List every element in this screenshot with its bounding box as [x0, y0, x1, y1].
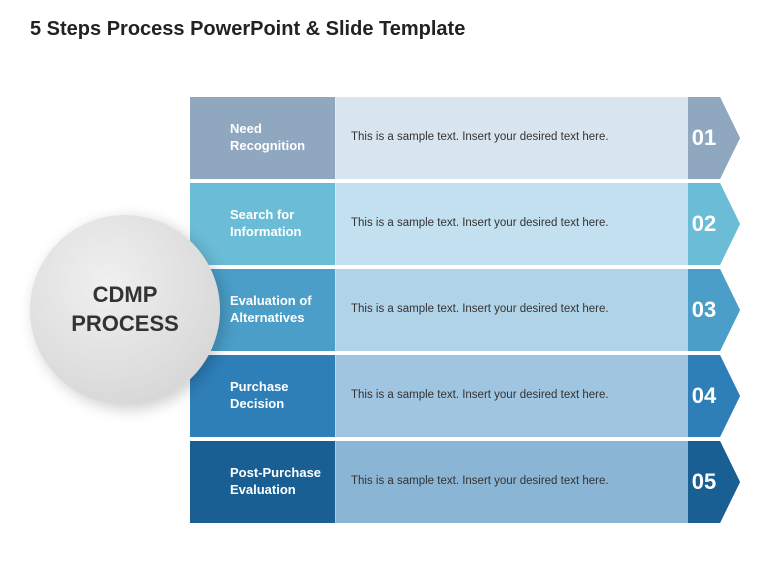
step-desc-section-5: This is a sample text. Insert your desir…: [335, 441, 688, 523]
step-arrow-3: Evaluation of Alternatives This is a sam…: [190, 269, 740, 351]
step-label-3: Evaluation of Alternatives: [230, 293, 323, 327]
circle-container: CDMP PROCESS: [30, 215, 220, 405]
step-arrow-4: Purchase Decision This is a sample text.…: [190, 355, 740, 437]
step-number-section-1: 01: [688, 97, 740, 179]
circle-line2: PROCESS: [71, 311, 179, 336]
page-title: 5 Steps Process PowerPoint & Slide Templ…: [30, 18, 465, 41]
main-container: CDMP PROCESS Need Recognition This is a …: [30, 70, 740, 550]
step-row-1: Need Recognition This is a sample text. …: [190, 97, 740, 179]
step-desc-5: This is a sample text. Insert your desir…: [351, 473, 609, 490]
step-desc-2: This is a sample text. Insert your desir…: [351, 215, 609, 232]
step-arrow-2: Search for Information This is a sample …: [190, 183, 740, 265]
step-label-2: Search for Information: [230, 207, 323, 241]
step-label-1: Need Recognition: [230, 121, 323, 155]
step-number-section-3: 03: [688, 269, 740, 351]
circle-text: CDMP PROCESS: [71, 281, 179, 338]
step-label-section-5: Post-Purchase Evaluation: [190, 441, 335, 523]
steps-container: Need Recognition This is a sample text. …: [190, 97, 740, 523]
step-desc-section-3: This is a sample text. Insert your desir…: [335, 269, 688, 351]
step-row-2: Search for Information This is a sample …: [190, 183, 740, 265]
step-label-section-1: Need Recognition: [190, 97, 335, 179]
step-arrow-1: Need Recognition This is a sample text. …: [190, 97, 740, 179]
step-arrow-5: Post-Purchase Evaluation This is a sampl…: [190, 441, 740, 523]
circle: CDMP PROCESS: [30, 215, 220, 405]
step-number-3: 03: [692, 299, 716, 321]
step-desc-section-1: This is a sample text. Insert your desir…: [335, 97, 688, 179]
step-desc-1: This is a sample text. Insert your desir…: [351, 129, 609, 146]
step-row-3: Evaluation of Alternatives This is a sam…: [190, 269, 740, 351]
circle-line1: CDMP: [93, 282, 158, 307]
step-label-4: Purchase Decision: [230, 379, 323, 413]
step-row-5: Post-Purchase Evaluation This is a sampl…: [190, 441, 740, 523]
step-number-4: 04: [692, 385, 716, 407]
step-number-5: 05: [692, 471, 716, 493]
step-desc-4: This is a sample text. Insert your desir…: [351, 387, 609, 404]
step-desc-section-2: This is a sample text. Insert your desir…: [335, 183, 688, 265]
step-label-5: Post-Purchase Evaluation: [230, 465, 323, 499]
step-number-section-5: 05: [688, 441, 740, 523]
step-desc-3: This is a sample text. Insert your desir…: [351, 301, 609, 318]
step-desc-section-4: This is a sample text. Insert your desir…: [335, 355, 688, 437]
step-number-2: 02: [692, 213, 716, 235]
step-number-section-2: 02: [688, 183, 740, 265]
step-number-1: 01: [692, 127, 716, 149]
step-number-section-4: 04: [688, 355, 740, 437]
step-row-4: Purchase Decision This is a sample text.…: [190, 355, 740, 437]
